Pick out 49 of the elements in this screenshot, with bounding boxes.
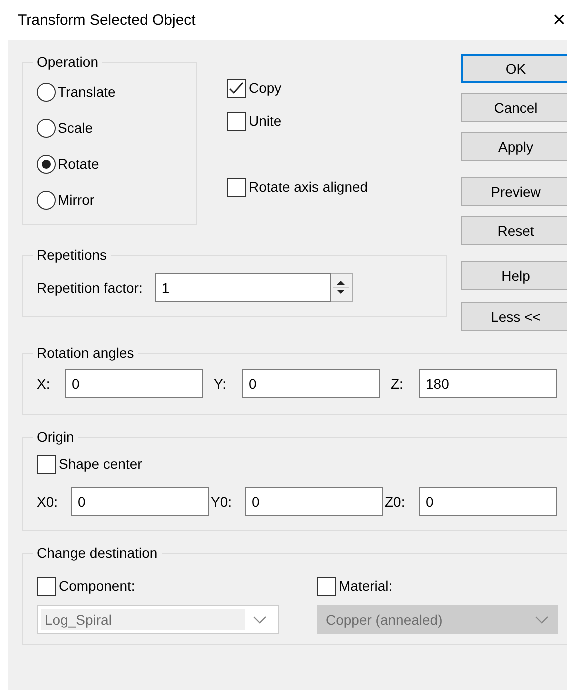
chevron-icon: [535, 616, 549, 624]
radio-label: Mirror: [58, 192, 95, 208]
dialog-button[interactable]: OK: [461, 54, 567, 83]
dialog-button[interactable]: Reset: [461, 216, 567, 245]
checkbox[interactable]: [37, 454, 56, 474]
number-field[interactable]: 0: [71, 487, 209, 516]
spinner-icon[interactable]: [330, 273, 353, 302]
radio-label: Rotate: [58, 156, 100, 172]
field-label: Repetition factor:: [37, 280, 143, 296]
radio-button[interactable]: [37, 154, 56, 174]
checkbox-label: Copy: [249, 80, 282, 96]
radio-button[interactable]: [37, 118, 56, 138]
radio-button[interactable]: [37, 190, 56, 210]
checkbox-label: Material:: [339, 578, 393, 594]
checkbox-label: Shape center: [59, 456, 142, 472]
field-label: Y:: [214, 376, 228, 392]
group-title: Repetitions: [36, 247, 108, 263]
checkbox[interactable]: [227, 112, 246, 130]
dialog-button[interactable]: Less <<: [461, 302, 567, 331]
group-title: Origin: [36, 429, 76, 445]
radio-button[interactable]: [37, 82, 56, 102]
checkbox-label: Rotate axis aligned: [249, 179, 368, 195]
field-label: Z0:: [385, 494, 406, 510]
checkbox[interactable]: [227, 178, 246, 196]
field-label: Z:: [391, 376, 404, 392]
window-title: Transform Selected Object: [18, 12, 196, 28]
dialog-button[interactable]: Preview: [461, 177, 567, 206]
number-field[interactable]: 180: [419, 369, 557, 398]
number-field[interactable]: 0: [65, 369, 203, 398]
group-title: Rotation angles: [36, 345, 136, 361]
checkbox[interactable]: [227, 78, 246, 98]
close-button[interactable]: ×: [553, 9, 567, 31]
checkbox-label: Unite: [249, 113, 282, 129]
radio-label: Scale: [58, 120, 94, 136]
number-field[interactable]: 0: [419, 487, 557, 516]
field-label: Y0:: [211, 494, 234, 510]
number-field[interactable]: 0: [242, 369, 380, 398]
checkbox-label: Component:: [59, 578, 136, 594]
group-title: Operation: [36, 54, 100, 70]
chevron-icon: [253, 616, 267, 624]
number-field[interactable]: 1: [154, 273, 331, 302]
field-label: X:: [37, 376, 52, 392]
number-field[interactable]: 0: [245, 487, 383, 516]
dialog-button[interactable]: Help: [461, 261, 567, 290]
field-label: X0:: [37, 494, 60, 510]
radio-label: Translate: [58, 84, 116, 100]
dialog-button[interactable]: Cancel: [461, 93, 567, 122]
group-title: Change destination: [36, 545, 159, 561]
dialog-button[interactable]: Apply: [461, 132, 567, 161]
